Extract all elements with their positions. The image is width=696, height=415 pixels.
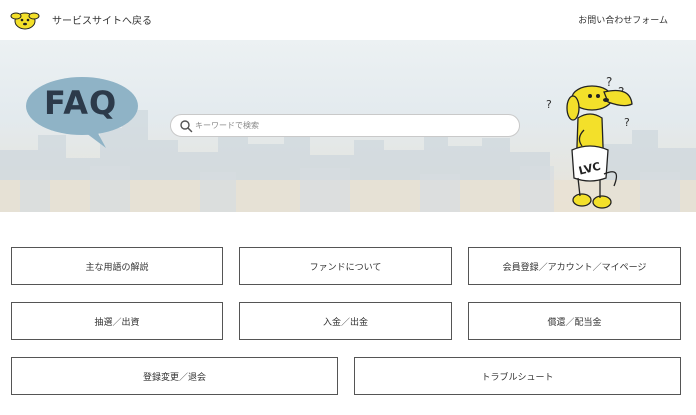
search-input[interactable] <box>195 115 505 136</box>
category-button-lottery[interactable]: 抽選／出資 <box>11 302 223 340</box>
category-button-account[interactable]: 会員登録／アカウント／マイページ <box>468 247 681 285</box>
category-button-troubleshoot[interactable]: トラブルシュート <box>354 357 681 395</box>
category-button-change-withdraw[interactable]: 登録変更／退会 <box>11 357 338 395</box>
back-to-service-link[interactable]: サービスサイトへ戻る <box>52 12 152 27</box>
svg-text:?: ? <box>546 98 552 111</box>
search-icon <box>180 120 193 133</box>
hero-banner: FAQ ? ? ? ? LVC <box>0 40 696 212</box>
faq-title: FAQ <box>44 84 118 122</box>
dog-logo-icon[interactable] <box>10 8 40 30</box>
category-button-fund[interactable]: ファンドについて <box>239 247 452 285</box>
category-button-deposit[interactable]: 入金／出金 <box>239 302 452 340</box>
contact-form-link[interactable]: お問い合わせフォーム <box>578 13 668 26</box>
category-button-redemption[interactable]: 償還／配当金 <box>468 302 681 340</box>
thinking-dog-mascot-icon: ? ? ? ? LVC <box>546 75 633 209</box>
svg-text:?: ? <box>624 116 630 129</box>
svg-text:?: ? <box>606 75 612 89</box>
category-button-terms[interactable]: 主な用語の解説 <box>11 247 223 285</box>
top-bar: サービスサイトへ戻る お問い合わせフォーム <box>0 0 696 40</box>
search-box[interactable] <box>170 114 520 137</box>
